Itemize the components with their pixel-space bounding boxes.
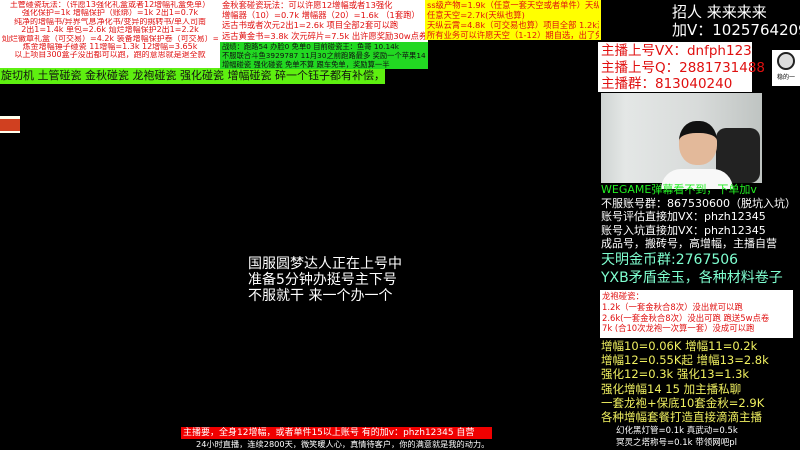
info-line: 不服账号群：867530600（脱坑入坑） [601,196,796,210]
price-line: 一套龙袍+保底10套金秋=2.9K [601,395,765,410]
meme-caption: 稳的一 [776,74,795,81]
meme-face-icon [777,52,795,70]
hiring-title: 招人 来来来来 [672,3,767,21]
price-line: 强化增幅14 15 加主播私聊 [601,381,742,396]
price-line: 强化12=0.3k 强化13=1.3k [601,367,750,382]
price-line: 增幅12=0.55K起 增幅13=2.8k [601,353,769,368]
record-line: 战绩：跑路54 办脸0 免单0 目前碰瓷王：鱼哥 10.14k [222,42,400,51]
price-line: 幻化黑灯管=0.1k 真武动=0.5k [616,426,738,436]
price-line: 远古黄金书=3.8k 次元碎片=7.5k 出许愿奖励30w点券 [222,30,426,41]
info-line: 成品号，搬砖号，高增幅，主播自营 [601,237,777,251]
price-line: 7k (合10次龙袍一次算一套）没成可以跑 [602,323,755,334]
bottom-caption: 24小时直播，连续2800天，微笑暖人心，真情待客户，你的满意就是我的动力。 [196,439,490,449]
price-line: 远古书或者次元2出1=2.6k 项目全部2套可以跑 [222,20,399,31]
price-line: 冥灵之塔称号=0.1k 带领网吧pl [616,438,738,448]
price-line: 土管碰瓷玩法：（许愿13强化礼盒或者12增幅礼盒免单） [9,1,211,9]
price-line: 增幅器（10）=0.7k 增幅器（20）=1.6k （1套跑） [222,10,420,21]
price-line: 增幅10=0.06K 增幅11=0.2k [601,339,758,353]
center-message: 国服圆梦达人正在上号中 准备5分钟办挺号主下号 不服就干 来一个办一个 [248,256,402,304]
price-line: 任意天空=2.7k(天纵也算) [427,10,525,20]
streamer-qq: 主播上号Q：2881731488 [601,59,766,76]
price-line: 各种增幅套餐打造直接滴滴主播 [601,410,762,425]
topleft-price-panel: 土管碰瓷玩法：（许愿13强化礼盒或者12增幅礼盒免单） 强化保护=1k 增幅保护… [0,0,220,68]
info-line: 账号入坑直接加VX：phzh12345 [601,223,766,237]
price-line: 强化保护=1k 增幅保护（账绑）=1k 2出1=0.7k [21,9,199,18]
longpao-price-panel: 龙袍碰瓷： 1.2k（一套金秋合8次）没出就可以跑 2.6k(一套金秋合8次）没… [600,290,793,338]
misc-price-list: 幻化黑灯管=0.1k 真武动=0.5k 冥灵之塔称号=0.1k 带领网吧pl [616,425,738,449]
center-line: 准备5分钟办挺号主下号 [248,272,397,288]
price-line: 2.6k(一套金秋合8次）没出可跑 跑送5w点卷 [602,312,770,323]
center-line: 国服圆梦达人正在上号中 [248,256,402,272]
webcam-feed [601,93,762,189]
record-line: 不服联合斗鱼3929787 11月30之前跑路最多 奖励一个苹果14 [222,51,426,60]
streamer-contact-panel: 主播上号VX：dnfph123 主播上号Q：2881731488 主播群：813… [598,42,766,92]
info-line: 账号评估直接加VX：phzh12345 [601,210,766,224]
price-line: 纯净的增幅书/异界气息净化书/变异的挑转书/单人司南 [13,17,207,26]
service-banner: 旋切机 土管碰瓷 金秋碰瓷 龙袍碰瓷 强化碰瓷 增幅碰瓷 碎一个钰子都有补偿，加… [0,68,385,84]
hiring-contact: 加V：1025764209 [672,21,800,39]
price-line: 天纵云霄=4.8k（可交易也算）项目全部 1.2k没出可跑 [427,20,599,30]
bottom-red-banner: 主播要，全身12增幅，或者单件15以上账号 有的加v：phzh12345 自营 [181,427,492,439]
record-panel: 战绩：跑路54 办脸0 免单0 目前碰瓷王：鱼哥 10.14k 不服联合斗鱼39… [220,42,428,69]
small-banner-icon [0,116,20,133]
streamer-vx: 主播上号VX：dnfph123 [601,43,752,59]
price-line: 炼金增幅锤子碰瓷 11增幅=1.3k 12增幅=3.65k [22,43,198,52]
hiring-notice: 招人 来来来来 加V：1025764209 [672,3,800,39]
price-line: ss级产物=1.9k（任意一套天空或者单件）天纵可以派单 刺激 [427,0,599,10]
yxb-notice: YXB矛盾金玉，各种材料卷子 [601,269,783,286]
price-line: 2出1=1.4k 单包=2.6k 灿烂增幅保护2出1=2.2k [21,26,199,35]
meme-sticker: 稳的一 [772,50,800,86]
streamer-avatar [661,121,733,189]
sky-price-panel: ss级产物=1.9k（任意一套天空或者单件）天纵可以派单 刺激 任意天空=2.7… [425,0,601,40]
price-line: 所有业务可以许愿天空（1-12）期自选，出了免单 [427,30,599,40]
price-line: 灿烂徽章礼盒（可交易）=4.2k 装备增幅保护卷（可交易）=4.2k [2,34,218,43]
record-line: 增幅碰瓷 强化碰瓷 免单不算 跟车免单，奖励算一半 [222,60,390,69]
price-line: 以上项目300盒子没出都可以跑，跑的意思就是退全款 [14,51,206,60]
jinqiu-price-panel: 金秋套碰瓷玩法：可以许愿12增幅或者13强化 增幅器（10）=0.7k 增幅器（… [220,0,428,42]
account-info: WEGAME弹幕看不到，下单加v 不服账号群：867530600（脱坑入坑） 账… [601,183,800,287]
wegame-notice: WEGAME弹幕看不到，下单加v [601,183,757,196]
gold-group: 天明金币群:2767506 [601,251,739,268]
price-line: 金秋套碰瓷玩法：可以许愿12增幅或者13强化 [222,0,393,10]
upgrade-price-list: 增幅10=0.06K 增幅11=0.2k 增幅12=0.55K起 增幅13=2.… [601,339,769,424]
price-line: 1.2k（一套金秋合8次）没出就可以跑 [602,301,743,312]
streamer-group: 主播群：813040240 [601,76,733,92]
price-line: 龙袍碰瓷： [602,291,644,301]
center-line: 不服就干 来一个办一个 [248,288,393,304]
